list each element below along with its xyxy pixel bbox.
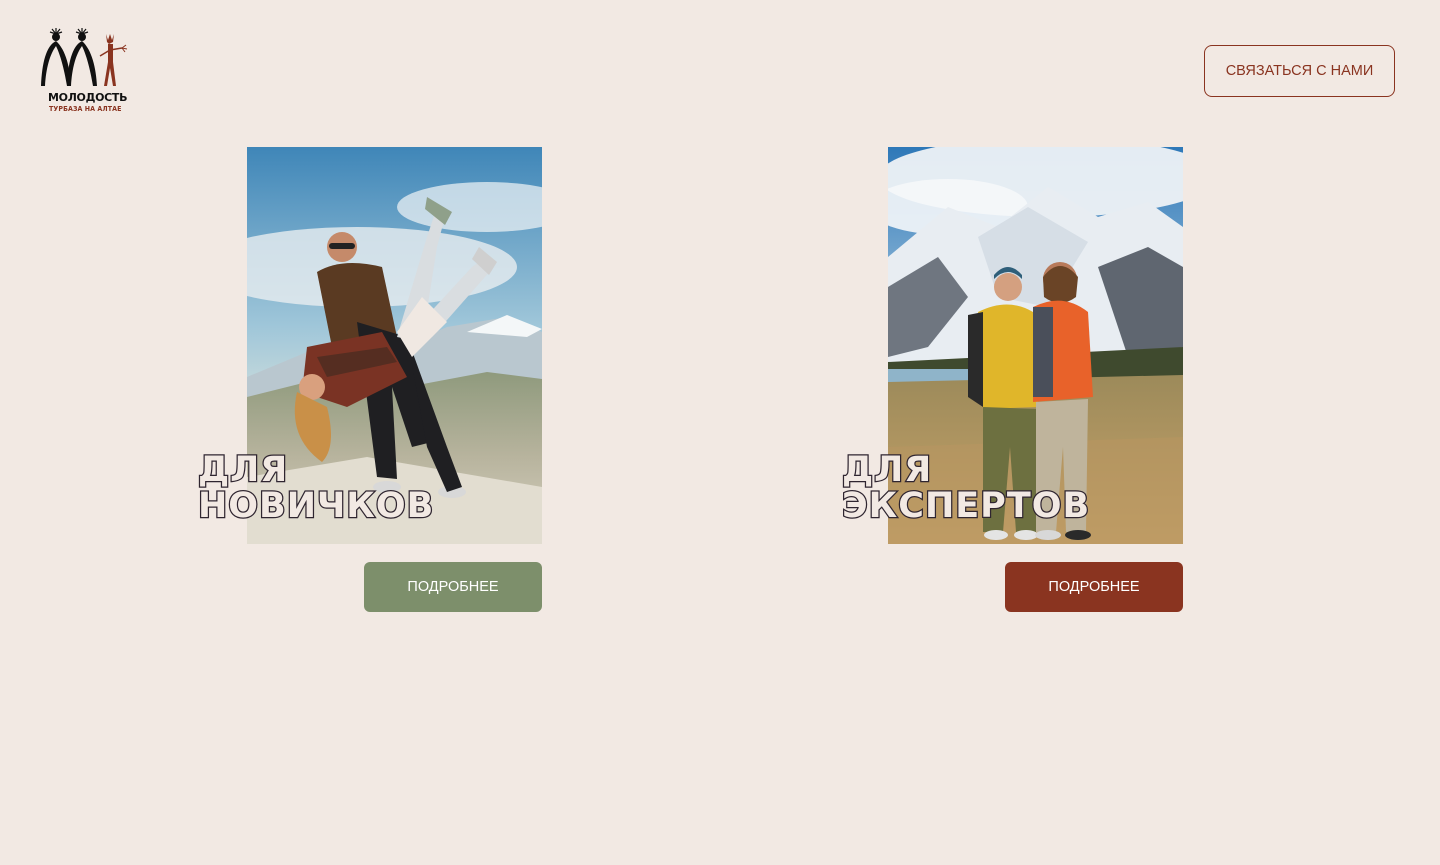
card-title-line2: ЭКСПЕРТОВ bbox=[841, 486, 1091, 526]
card-title-line1: ДЛЯ bbox=[197, 450, 289, 490]
card-title-line2: НОВИЧКОВ bbox=[197, 486, 435, 526]
card-title-beginners: ДЛЯ НОВИЧКОВ bbox=[197, 450, 435, 526]
more-button-beginners[interactable]: ПОДРОБНЕЕ bbox=[364, 562, 542, 612]
logo-subtitle: ТУРБАЗА НА АЛТАЕ bbox=[49, 105, 122, 113]
card-title-line1: ДЛЯ bbox=[841, 450, 933, 490]
logo-figures-icon bbox=[41, 28, 128, 86]
logo-name: МОЛОДОСТЬ bbox=[48, 91, 128, 104]
contact-button[interactable]: СВЯЗАТЬСЯ С НАМИ bbox=[1204, 45, 1395, 97]
card-title-experts: ДЛЯ ЭКСПЕРТОВ bbox=[841, 450, 1091, 526]
logo[interactable]: МОЛОДОСТЬ ТУРБАЗА НА АЛТАЕ bbox=[38, 28, 130, 114]
more-button-experts[interactable]: ПОДРОБНЕЕ bbox=[1005, 562, 1183, 612]
